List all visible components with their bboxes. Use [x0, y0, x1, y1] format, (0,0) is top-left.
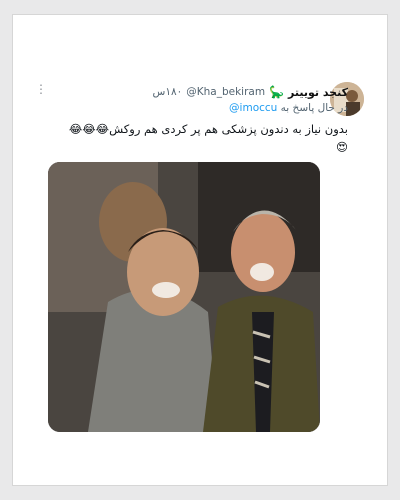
- display-name[interactable]: کنجد توییتر: [288, 86, 348, 99]
- user-handle[interactable]: @Kha_bekiram: [186, 86, 265, 98]
- more-vertical-icon[interactable]: ⋮: [34, 83, 48, 98]
- tweet-header: کنجد توییتر 🦕 @Kha_bekiram ۱۸۰س: [152, 84, 348, 100]
- dinosaur-emoji-icon: 🦕: [269, 85, 285, 99]
- replying-to: در حال پاسخ به @imoccu: [229, 102, 348, 114]
- tweet-media-photo[interactable]: [48, 162, 320, 432]
- reply-prefix: در حال پاسخ به: [280, 102, 348, 114]
- tweet-age[interactable]: ۱۸۰س: [152, 86, 182, 98]
- reply-to-handle[interactable]: @imoccu: [229, 102, 277, 114]
- tweet-text: بدون نیاز به دندون پزشکی هم پر کردی هم ر…: [68, 122, 348, 154]
